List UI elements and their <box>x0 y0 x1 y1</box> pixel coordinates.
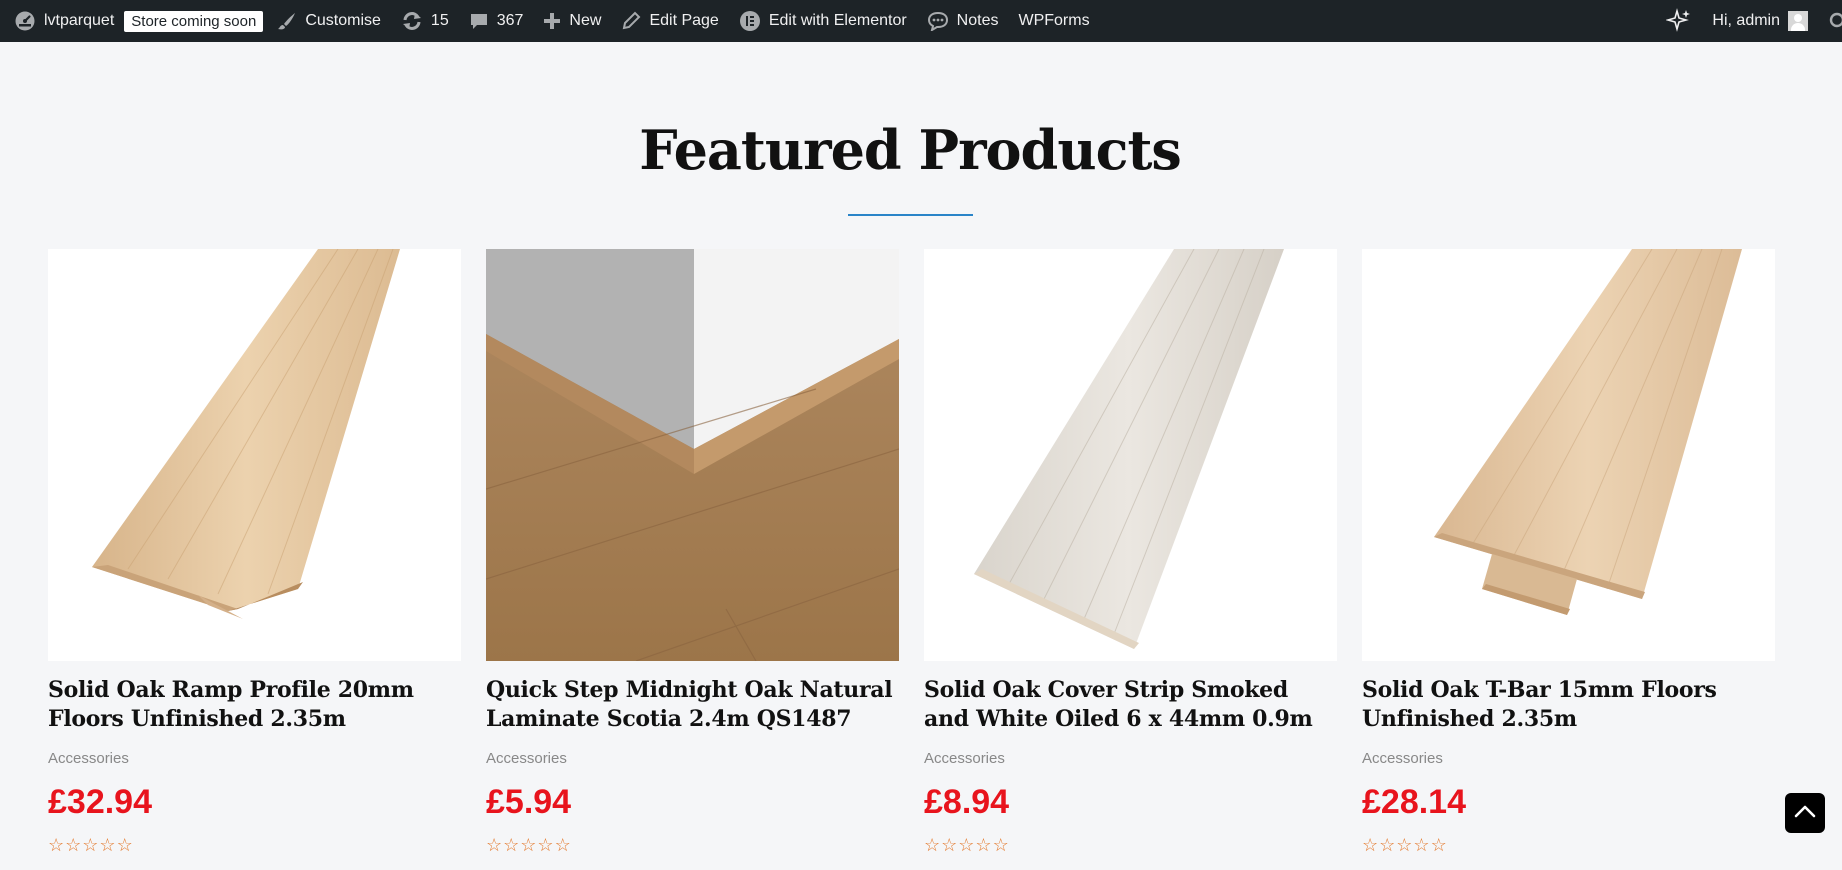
star-outline-icon: ☆ <box>486 835 503 855</box>
site-name-link[interactable]: lvtparquet <box>0 0 124 42</box>
star-outline-icon: ☆ <box>1362 835 1379 855</box>
edit-page-label: Edit Page <box>649 12 719 29</box>
edit-elementor-link[interactable]: Edit with Elementor <box>729 0 917 42</box>
product-price: £8.94 <box>924 783 1010 821</box>
pencil-icon <box>621 11 641 31</box>
star-outline-icon: ☆ <box>1413 835 1430 855</box>
star-outline-icon: ☆ <box>48 835 65 855</box>
product-price: £5.94 <box>486 783 572 821</box>
paintbrush-icon <box>277 11 297 31</box>
product-rating: ☆ ☆ ☆ ☆ ☆ <box>48 836 461 854</box>
updates-icon <box>401 11 423 31</box>
elementor-icon <box>739 10 761 32</box>
star-outline-icon: ☆ <box>1430 835 1447 855</box>
plus-icon <box>543 12 561 30</box>
search-icon <box>1828 11 1842 31</box>
edit-elementor-label: Edit with Elementor <box>768 12 907 29</box>
comment-icon <box>469 11 489 31</box>
my-account-link[interactable]: Hi, admin <box>1702 0 1818 42</box>
star-outline-icon: ☆ <box>554 835 571 855</box>
admin-bar: lvtparquet Store coming soon Customise 1… <box>0 0 1842 42</box>
new-content-link[interactable]: New <box>533 0 611 42</box>
product-image-laminate-scotia[interactable] <box>486 249 899 661</box>
product-title[interactable]: Solid Oak Cover Strip Smoked and White O… <box>924 676 1337 734</box>
star-outline-icon: ☆ <box>1379 835 1396 855</box>
star-outline-icon: ☆ <box>1396 835 1413 855</box>
product-title[interactable]: Solid Oak Ramp Profile 20mm Floors Unfin… <box>48 676 461 734</box>
product-category[interactable]: Accessories <box>48 750 461 767</box>
customise-link[interactable]: Customise <box>267 0 391 42</box>
star-outline-icon: ☆ <box>924 835 941 855</box>
dashboard-icon <box>14 10 36 32</box>
product-card: Solid Oak Cover Strip Smoked and White O… <box>924 249 1337 854</box>
notes-link[interactable]: Notes <box>917 0 1009 42</box>
product-price: £28.14 <box>1362 783 1466 821</box>
new-label: New <box>569 12 602 29</box>
admin-bar-right: Hi, admin <box>1656 0 1842 42</box>
product-grid: Solid Oak Ramp Profile 20mm Floors Unfin… <box>48 249 1775 854</box>
product-price: £32.94 <box>48 783 152 821</box>
product-rating: ☆ ☆ ☆ ☆ ☆ <box>1362 836 1775 854</box>
star-outline-icon: ☆ <box>503 835 520 855</box>
speech-bubble-icon <box>927 11 949 31</box>
star-outline-icon: ☆ <box>992 835 1009 855</box>
product-card: Solid Oak T-Bar 15mm Floors Unfinished 2… <box>1362 249 1775 854</box>
product-rating: ☆ ☆ ☆ ☆ ☆ <box>924 836 1337 854</box>
title-divider <box>848 214 973 216</box>
star-outline-icon: ☆ <box>99 835 116 855</box>
customise-label: Customise <box>305 12 381 29</box>
avatar <box>1788 11 1808 31</box>
product-card: Quick Step Midnight Oak Natural Laminate… <box>486 249 899 854</box>
product-category[interactable]: Accessories <box>1362 750 1775 767</box>
product-card: Solid Oak Ramp Profile 20mm Floors Unfin… <box>48 249 461 854</box>
wpforms-link[interactable]: WPForms <box>1008 0 1099 42</box>
star-outline-icon: ☆ <box>65 835 82 855</box>
search-button[interactable] <box>1818 0 1842 42</box>
product-title[interactable]: Solid Oak T-Bar 15mm Floors Unfinished 2… <box>1362 676 1775 734</box>
star-outline-icon: ☆ <box>537 835 554 855</box>
wpforms-label: WPForms <box>1018 12 1090 29</box>
product-category[interactable]: Accessories <box>486 750 899 767</box>
product-image-t-bar[interactable] <box>1362 249 1775 661</box>
store-status-badge[interactable]: Store coming soon <box>124 10 264 32</box>
greeting-label: Hi, admin <box>1712 12 1780 29</box>
product-image-cover-strip[interactable] <box>924 249 1337 661</box>
product-title[interactable]: Quick Step Midnight Oak Natural Laminate… <box>486 676 899 734</box>
comments-link[interactable]: 367 <box>459 0 534 42</box>
product-category[interactable]: Accessories <box>924 750 1337 767</box>
edit-page-link[interactable]: Edit Page <box>611 0 728 42</box>
back-to-top-button[interactable] <box>1785 793 1825 833</box>
product-image-ramp-profile[interactable] <box>48 249 461 661</box>
sparkle-icon <box>1666 8 1692 34</box>
star-outline-icon: ☆ <box>958 835 975 855</box>
section-title: Featured Products <box>639 118 1182 182</box>
star-outline-icon: ☆ <box>82 835 99 855</box>
updates-link[interactable]: 15 <box>391 0 459 42</box>
star-outline-icon: ☆ <box>520 835 537 855</box>
product-rating: ☆ ☆ ☆ ☆ ☆ <box>486 836 899 854</box>
ai-sparkle-button[interactable] <box>1656 0 1702 42</box>
notes-label: Notes <box>956 12 999 29</box>
site-name: lvtparquet <box>44 12 115 29</box>
comments-count: 367 <box>496 12 524 29</box>
star-outline-icon: ☆ <box>116 835 133 855</box>
updates-count: 15 <box>430 12 449 29</box>
star-outline-icon: ☆ <box>941 835 958 855</box>
star-outline-icon: ☆ <box>975 835 992 855</box>
chevron-up-icon <box>1794 804 1816 823</box>
